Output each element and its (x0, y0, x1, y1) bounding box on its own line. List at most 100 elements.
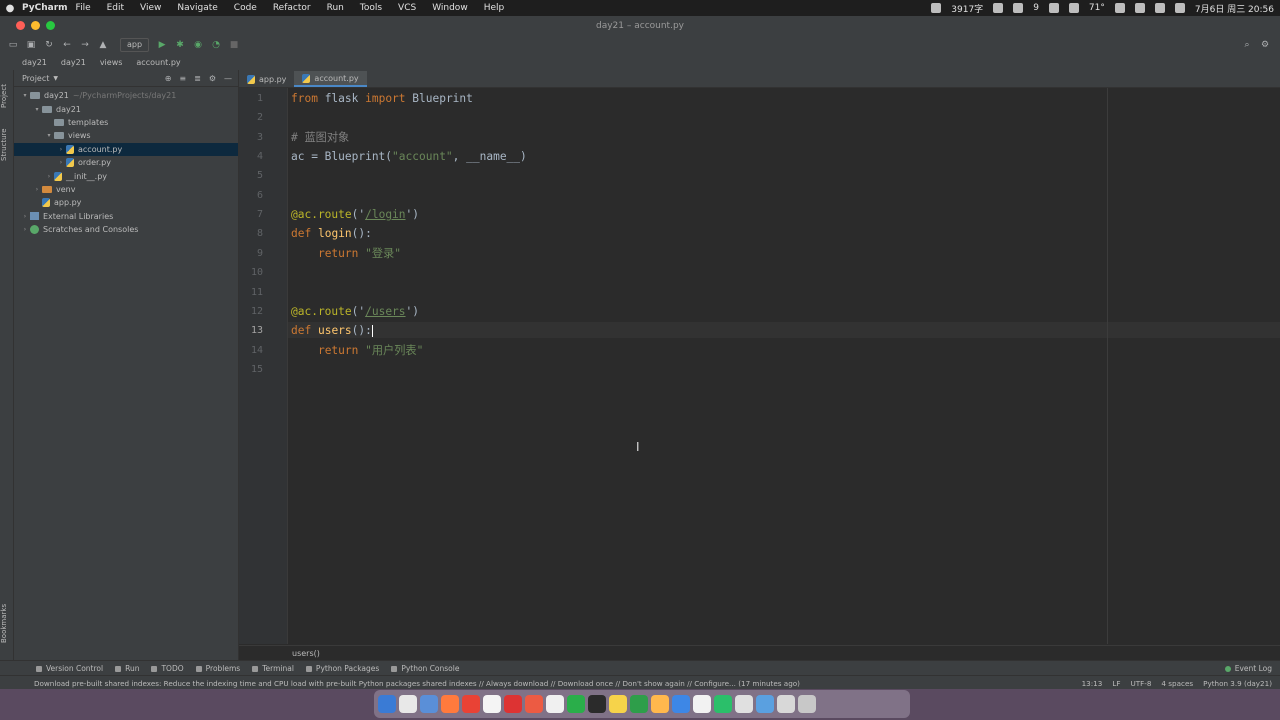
event-log-tab[interactable]: Event Log (1224, 664, 1272, 673)
wifi-icon[interactable] (1154, 3, 1165, 13)
minimize-window-button[interactable] (31, 21, 40, 30)
collapse-all-icon[interactable]: ≣ (194, 74, 201, 83)
dock-app-icon[interactable] (378, 695, 396, 713)
breadcrumb-package[interactable]: day21 (61, 58, 86, 67)
save-icon[interactable]: ▣ (26, 40, 36, 50)
expand-arrow-icon[interactable]: › (20, 213, 30, 220)
tree-item[interactable]: templates (14, 116, 238, 129)
bluetooth-icon[interactable] (1114, 3, 1125, 13)
python-interpreter[interactable]: Python 3.9 (day21) (1203, 679, 1272, 688)
code-line[interactable]: return "登录" (291, 247, 401, 261)
tab-account-py[interactable]: account.py (294, 71, 367, 87)
dock-app-icon[interactable] (630, 695, 648, 713)
dock-app-icon[interactable] (693, 695, 711, 713)
code-line[interactable]: @ac.route('/login') (291, 208, 419, 222)
menu-vcs[interactable]: VCS (398, 3, 416, 13)
tree-item[interactable]: › venv (14, 183, 238, 196)
menu-refactor[interactable]: Refactor (273, 3, 311, 13)
breadcrumb-file[interactable]: account.py (136, 58, 180, 67)
word-count-status[interactable]: 3917字 (951, 2, 983, 15)
run-tab[interactable]: Run (115, 664, 139, 673)
back-arrow-icon[interactable]: ← (62, 40, 72, 50)
profile-icon[interactable]: ◔ (211, 40, 221, 50)
dock-app-icon[interactable] (525, 695, 543, 713)
expand-arrow-icon[interactable]: › (56, 146, 66, 153)
dock-app-icon[interactable] (546, 695, 564, 713)
dock-app-icon[interactable] (798, 695, 816, 713)
code-breadcrumb-function[interactable]: users() (292, 649, 320, 658)
play-icon[interactable] (1048, 3, 1059, 13)
dock-app-icon[interactable] (588, 695, 606, 713)
dock-app-icon[interactable] (420, 695, 438, 713)
code-line[interactable]: ac = Blueprint("account", __name__) (291, 150, 527, 164)
terminal-tab[interactable]: Terminal (252, 664, 294, 673)
file-encoding[interactable]: UTF-8 (1130, 679, 1151, 688)
coverage-icon[interactable]: ◉ (193, 40, 203, 50)
dock-app-icon[interactable] (462, 695, 480, 713)
dock-app-icon[interactable] (504, 695, 522, 713)
project-tool-tab[interactable]: Project (0, 76, 13, 116)
menu-view[interactable]: View (140, 3, 161, 13)
dock-app-icon[interactable] (735, 695, 753, 713)
clock[interactable]: 7月6日 周三 20:56 (1195, 2, 1274, 15)
menu-tools[interactable]: Tools (360, 3, 382, 13)
tree-item[interactable]: ▾ day21 ~/PycharmProjects/day21 (14, 89, 238, 102)
dock-app-icon[interactable] (651, 695, 669, 713)
gear-icon[interactable]: ⚙ (209, 74, 216, 83)
expand-arrow-icon[interactable]: › (20, 226, 30, 233)
line-separator[interactable]: LF (1112, 679, 1120, 688)
expand-arrow-icon[interactable]: › (32, 186, 42, 193)
code-line[interactable]: return "用户列表" (291, 344, 423, 358)
project-view-selector[interactable]: Project (22, 74, 49, 83)
dock-app-icon[interactable] (714, 695, 732, 713)
structure-tool-tab[interactable]: Structure (0, 122, 13, 168)
dock-app-icon[interactable] (483, 695, 501, 713)
python-console-tab[interactable]: Python Console (391, 664, 459, 673)
settings-icon[interactable]: ⚙ (1260, 40, 1270, 50)
expand-arrow-icon[interactable]: ▾ (20, 92, 30, 99)
problems-tab[interactable]: Problems (195, 664, 240, 673)
search-everywhere-icon[interactable]: ⌕ (1242, 40, 1252, 50)
version-control-tab[interactable]: Version Control (36, 664, 103, 673)
expand-all-icon[interactable]: ≡ (179, 74, 186, 83)
apple-icon[interactable]: ● (0, 3, 20, 14)
hide-panel-icon[interactable]: — (224, 74, 232, 83)
dock-app-icon[interactable] (672, 695, 690, 713)
python-packages-tab[interactable]: Python Packages (305, 664, 379, 673)
breadcrumb-folder[interactable]: views (100, 58, 123, 67)
run-icon[interactable]: ▶ (157, 40, 167, 50)
code-line[interactable]: @ac.route('/users') (291, 305, 419, 319)
indent-setting[interactable]: 4 spaces (1161, 679, 1193, 688)
menu-navigate[interactable]: Navigate (177, 3, 217, 13)
menu-window[interactable]: Window (432, 3, 468, 13)
code-line[interactable]: from flask import Blueprint (291, 92, 473, 106)
code-line[interactable]: # 蓝图对象 (291, 131, 349, 145)
debug-icon[interactable]: ✱ (175, 40, 185, 50)
wechat-icon[interactable] (1013, 3, 1024, 13)
forward-arrow-icon[interactable]: → (80, 40, 90, 50)
open-folder-icon[interactable]: ▭ (8, 40, 18, 50)
dock-app-icon[interactable] (399, 695, 417, 713)
stop-icon[interactable]: ■ (229, 40, 239, 50)
sync-icon[interactable] (1068, 3, 1079, 13)
bookmarks-tool-tab[interactable]: Bookmarks (0, 600, 13, 646)
dock-app-icon[interactable] (756, 695, 774, 713)
locate-icon[interactable]: ⊕ (165, 74, 172, 83)
code-editor[interactable]: 1 2 3 4 5 6 7 8 9 10 11 12 13 14 15 from flask import … (239, 88, 1280, 644)
tree-item[interactable]: ▾ views (14, 129, 238, 142)
screen-record-icon[interactable] (931, 3, 942, 13)
expand-arrow-icon[interactable]: ▾ (32, 106, 42, 113)
tree-item[interactable]: › External Libraries (14, 210, 238, 223)
caret-position[interactable]: 13:13 (1082, 679, 1103, 688)
menu-help[interactable]: Help (484, 3, 505, 13)
expand-arrow-icon[interactable]: › (56, 159, 66, 166)
refresh-icon[interactable]: ↻ (44, 40, 54, 50)
tree-item[interactable]: › __init__.py (14, 169, 238, 182)
tab-app-py[interactable]: app.py (239, 71, 294, 87)
code-line[interactable]: def users(): (291, 324, 373, 338)
tree-item[interactable]: app.py (14, 196, 238, 209)
search-icon[interactable] (1174, 3, 1185, 13)
tree-item[interactable]: › Scratches and Consoles (14, 223, 238, 236)
menu-file[interactable]: File (76, 3, 91, 13)
expand-arrow-icon[interactable]: ▾ (44, 132, 54, 139)
